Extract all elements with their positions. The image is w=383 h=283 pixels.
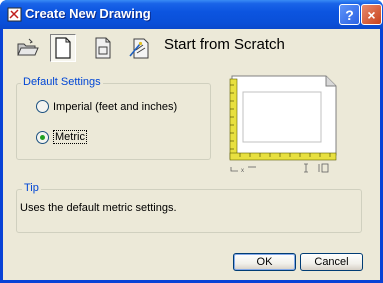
metric-label: Metric: [53, 130, 87, 144]
use-wizard-icon: [129, 38, 149, 59]
imperial-option[interactable]: Imperial (feet and inches): [36, 100, 177, 113]
imperial-label: Imperial (feet and inches): [53, 100, 178, 113]
open-drawing-button[interactable]: [15, 34, 41, 62]
svg-text:x: x: [241, 168, 244, 174]
app-icon: [7, 7, 22, 22]
tip-label: Tip: [22, 182, 41, 194]
ok-button[interactable]: OK: [233, 253, 296, 271]
start-from-scratch-icon: [55, 37, 71, 59]
drawing-preview: x: [229, 75, 337, 174]
close-button[interactable]: ×: [361, 4, 382, 25]
use-template-button[interactable]: [90, 34, 116, 62]
page-heading: Start from Scratch: [164, 36, 285, 53]
dialog-window: Create New Drawing ? × Start from Scratc…: [0, 0, 383, 283]
open-drawing-icon: [17, 38, 39, 56]
use-template-icon: [95, 37, 111, 59]
metric-radio[interactable]: [36, 130, 49, 144]
title-bar[interactable]: Create New Drawing ? ×: [0, 0, 383, 29]
default-settings-group: [16, 83, 211, 160]
cancel-button[interactable]: Cancel: [300, 253, 363, 271]
imperial-radio[interactable]: [36, 100, 49, 113]
default-settings-label: Default Settings: [21, 76, 103, 88]
use-wizard-button[interactable]: [127, 34, 153, 62]
tip-text: Uses the default metric settings.: [20, 202, 177, 214]
dialog-client-area: Start from Scratch Default Settings Impe…: [3, 29, 380, 280]
start-from-scratch-button[interactable]: [50, 34, 76, 62]
help-button[interactable]: ?: [339, 4, 360, 25]
window-title: Create New Drawing: [25, 6, 151, 21]
metric-option[interactable]: Metric: [36, 130, 87, 144]
